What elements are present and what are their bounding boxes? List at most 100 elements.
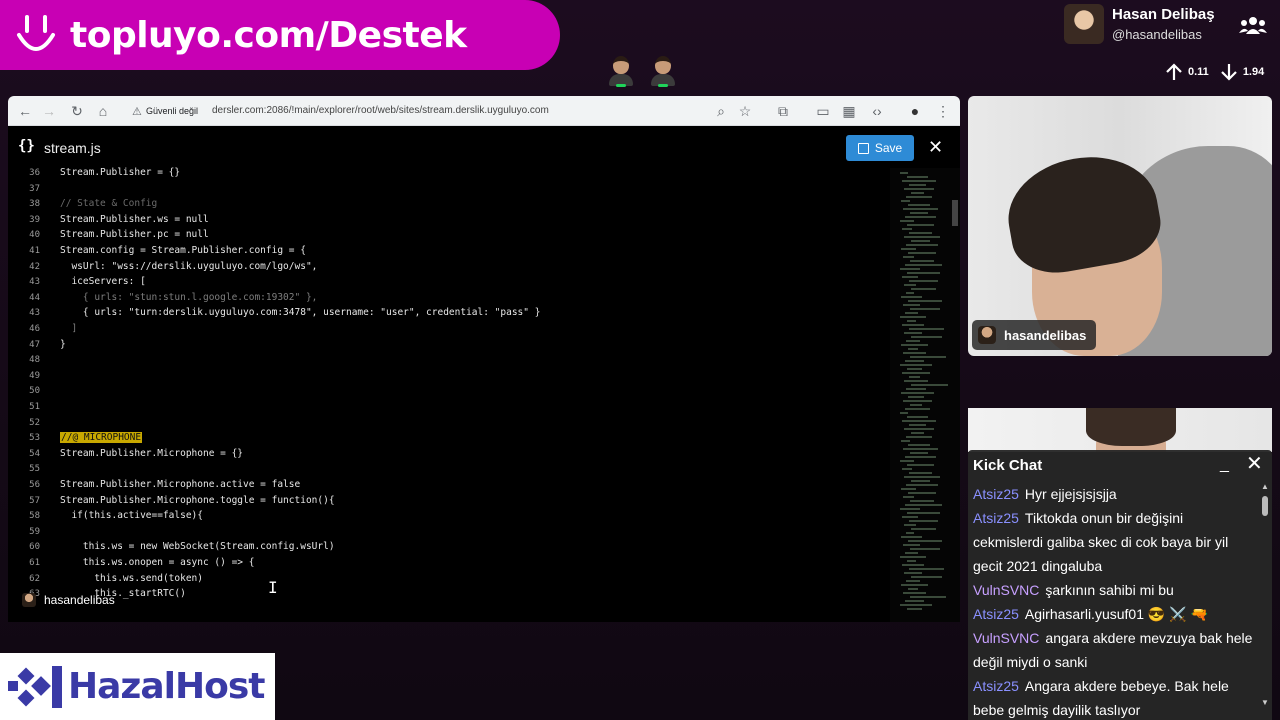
downvote-count: 1.94 bbox=[1242, 66, 1265, 78]
code-line[interactable]: Stream.config = Stream.Publisher.config … bbox=[60, 245, 306, 256]
topluyo-banner: topluyo.com/Destek bbox=[0, 0, 560, 70]
avatar[interactable] bbox=[1064, 4, 1104, 44]
streamer-name: Hasan Delibaş bbox=[1112, 6, 1215, 23]
line-number: 53 bbox=[29, 433, 40, 444]
line-number: 47 bbox=[29, 339, 40, 350]
chat-username[interactable]: VulnSVNC bbox=[973, 582, 1039, 598]
code-line[interactable]: Stream.Publisher.Microphone.toggle = fun… bbox=[60, 495, 335, 506]
avatar bbox=[978, 326, 996, 344]
code-line[interactable]: // State & Config bbox=[60, 198, 157, 209]
line-number: 54 bbox=[29, 448, 40, 459]
smile-icon bbox=[17, 15, 55, 51]
code-line[interactable]: //@ MICROPHONE bbox=[60, 432, 143, 444]
code-line[interactable]: Stream.Publisher.ws = null bbox=[60, 214, 209, 225]
save-icon bbox=[857, 142, 869, 154]
address-bar[interactable]: ⚠ Güvenli değil dersler.com:2086/!main/e… bbox=[124, 99, 764, 123]
chat-username[interactable]: Atsiz25 bbox=[973, 486, 1019, 502]
code-line[interactable]: this.ws.send(token) bbox=[60, 573, 203, 584]
line-number: 40 bbox=[29, 230, 40, 241]
close-icon[interactable]: ✕ bbox=[1246, 454, 1263, 474]
code-line[interactable]: } bbox=[60, 339, 66, 350]
line-number: 41 bbox=[29, 246, 40, 256]
warning-icon[interactable]: ⚠ bbox=[132, 105, 142, 118]
chat-message: Atsiz25 Angara akdere bebeye. Bak hele be… bbox=[973, 674, 1257, 720]
chat-username[interactable]: Atsiz25 bbox=[973, 510, 1019, 526]
code-line[interactable]: ] bbox=[60, 323, 77, 334]
streamer-handle: @hasandelibas bbox=[1112, 27, 1202, 42]
line-number: 58 bbox=[29, 511, 40, 522]
kick-chat: Kick Chat _ ✕ Atsiz25 Hyr ejjejsjsjsjja At… bbox=[968, 450, 1272, 720]
scroll-up-icon[interactable]: ▲ bbox=[1261, 482, 1269, 491]
sidebar-icon[interactable]: ▭ bbox=[814, 102, 832, 120]
browser-window: ← → ↻ ⌂ ⚠ Güvenli değil dersler.com:2086… bbox=[8, 96, 960, 622]
braces-icon: {} bbox=[18, 138, 35, 154]
line-number: 50 bbox=[29, 386, 40, 397]
chat-username[interactable]: VulnSVNC bbox=[973, 630, 1039, 646]
code-editor[interactable]: 36 Stream.Publisher = {} 37 38 // State & Co… bbox=[8, 167, 888, 622]
extensions-icon[interactable]: ⧉ bbox=[774, 102, 792, 120]
line-number: 60 bbox=[29, 542, 40, 553]
back-icon[interactable]: ← bbox=[16, 102, 34, 120]
line-number: 48 bbox=[29, 355, 40, 366]
group-icon[interactable] bbox=[1238, 14, 1268, 36]
close-icon[interactable]: ✕ bbox=[928, 138, 943, 156]
webcam-name-badge: hasandelibas bbox=[972, 320, 1097, 350]
line-number: 49 bbox=[29, 370, 40, 381]
code-line[interactable]: { urls: "turn:derslik.uyguluyo.com:3478"… bbox=[60, 307, 541, 318]
chat-scrollbar[interactable] bbox=[1262, 496, 1268, 516]
minimap[interactable] bbox=[890, 168, 960, 622]
upvote-count: 0.11 bbox=[1188, 66, 1209, 78]
code-line[interactable]: Stream.Publisher.Microphone.active = fal… bbox=[60, 479, 300, 490]
scroll-down-icon[interactable]: ▼ bbox=[1261, 698, 1269, 707]
menu-icon[interactable]: ⋮ bbox=[934, 102, 952, 120]
banner-text: topluyo.com/Destek bbox=[70, 14, 467, 56]
editor-header: {} stream.js Save ✕ bbox=[8, 126, 960, 168]
home-icon[interactable]: ⌂ bbox=[94, 102, 112, 120]
url-text[interactable]: dersler.com:2086/!main/explorer/root/web… bbox=[212, 105, 549, 116]
line-number: 44 bbox=[29, 292, 40, 303]
chat-messages[interactable]: Atsiz25 Hyr ejjejsjsjsjja Atsiz25 Tiktokda … bbox=[973, 482, 1257, 720]
arrow-down-icon[interactable] bbox=[1219, 62, 1239, 82]
chat-message: VulnSVNC angara akdere mevzuya bak hele d… bbox=[973, 626, 1257, 674]
code-line[interactable]: wsUrl: "wss://derslik.uyguluyo.com/lgo/w… bbox=[60, 261, 317, 272]
line-number: 56 bbox=[29, 480, 40, 490]
save-button[interactable]: Save bbox=[846, 135, 914, 161]
forward-icon[interactable]: → bbox=[40, 102, 58, 120]
code-line[interactable]: { urls: "stun:stun.l.google.com:19302" }… bbox=[60, 292, 318, 303]
chat-message: Atsiz25 Hyr ejjejsjsjsjja bbox=[973, 482, 1257, 506]
code-line[interactable]: Stream.Publisher.pc = null bbox=[60, 229, 209, 240]
file-name: stream.js bbox=[44, 140, 101, 156]
editor-user-tag: hasandelibas bbox=[22, 593, 115, 607]
line-number: 43 bbox=[29, 308, 40, 319]
line-number: 55 bbox=[29, 464, 40, 475]
minimize-icon[interactable]: _ bbox=[1220, 456, 1229, 474]
chat-message: Atsiz25 Agirhasarli.yusuf01 😎 ⚔️ 🔫 bbox=[973, 602, 1257, 626]
reload-icon[interactable]: ↻ bbox=[68, 102, 86, 120]
code-line[interactable]: if(this.active==false){ bbox=[60, 510, 203, 521]
star-icon[interactable]: ☆ bbox=[736, 102, 754, 120]
line-number: 51 bbox=[29, 402, 40, 412]
line-number: 43 bbox=[29, 277, 40, 288]
scrollbar-thumb[interactable] bbox=[952, 200, 958, 226]
profile-icon[interactable]: ● bbox=[906, 102, 924, 120]
arrow-up-icon[interactable] bbox=[1164, 62, 1184, 82]
viewer-avatars bbox=[606, 54, 678, 88]
zoom-icon[interactable]: ⌕ bbox=[712, 102, 730, 120]
chat-username[interactable]: Atsiz25 bbox=[973, 606, 1019, 622]
devtools-icon[interactable]: ‹› bbox=[868, 102, 886, 120]
votes: 0.11 1.94 bbox=[1164, 62, 1264, 82]
code-line[interactable]: Stream.Publisher = {} bbox=[60, 167, 180, 178]
apps-icon[interactable]: ▦ bbox=[840, 102, 858, 120]
security-label[interactable]: Güvenli değil bbox=[146, 106, 198, 116]
line-number: 61 bbox=[29, 558, 40, 568]
code-line[interactable]: this.ws = new WebSocket(Stream.config.ws… bbox=[60, 541, 335, 552]
save-label: Save bbox=[874, 141, 903, 155]
text-cursor-icon: I bbox=[268, 578, 278, 597]
chat-username[interactable]: Atsiz25 bbox=[973, 678, 1019, 694]
chat-message: Atsiz25 Tiktokda onun bir değişini cekmis… bbox=[973, 506, 1257, 578]
line-number: 52 bbox=[29, 417, 40, 428]
code-line[interactable]: iceServers: [ bbox=[60, 276, 145, 287]
code-line[interactable]: this.ws.onopen = async () => { bbox=[60, 557, 255, 568]
code-line[interactable]: Stream.Publisher.Microphone = {} bbox=[60, 448, 243, 459]
line-number: 36 bbox=[29, 168, 40, 178]
